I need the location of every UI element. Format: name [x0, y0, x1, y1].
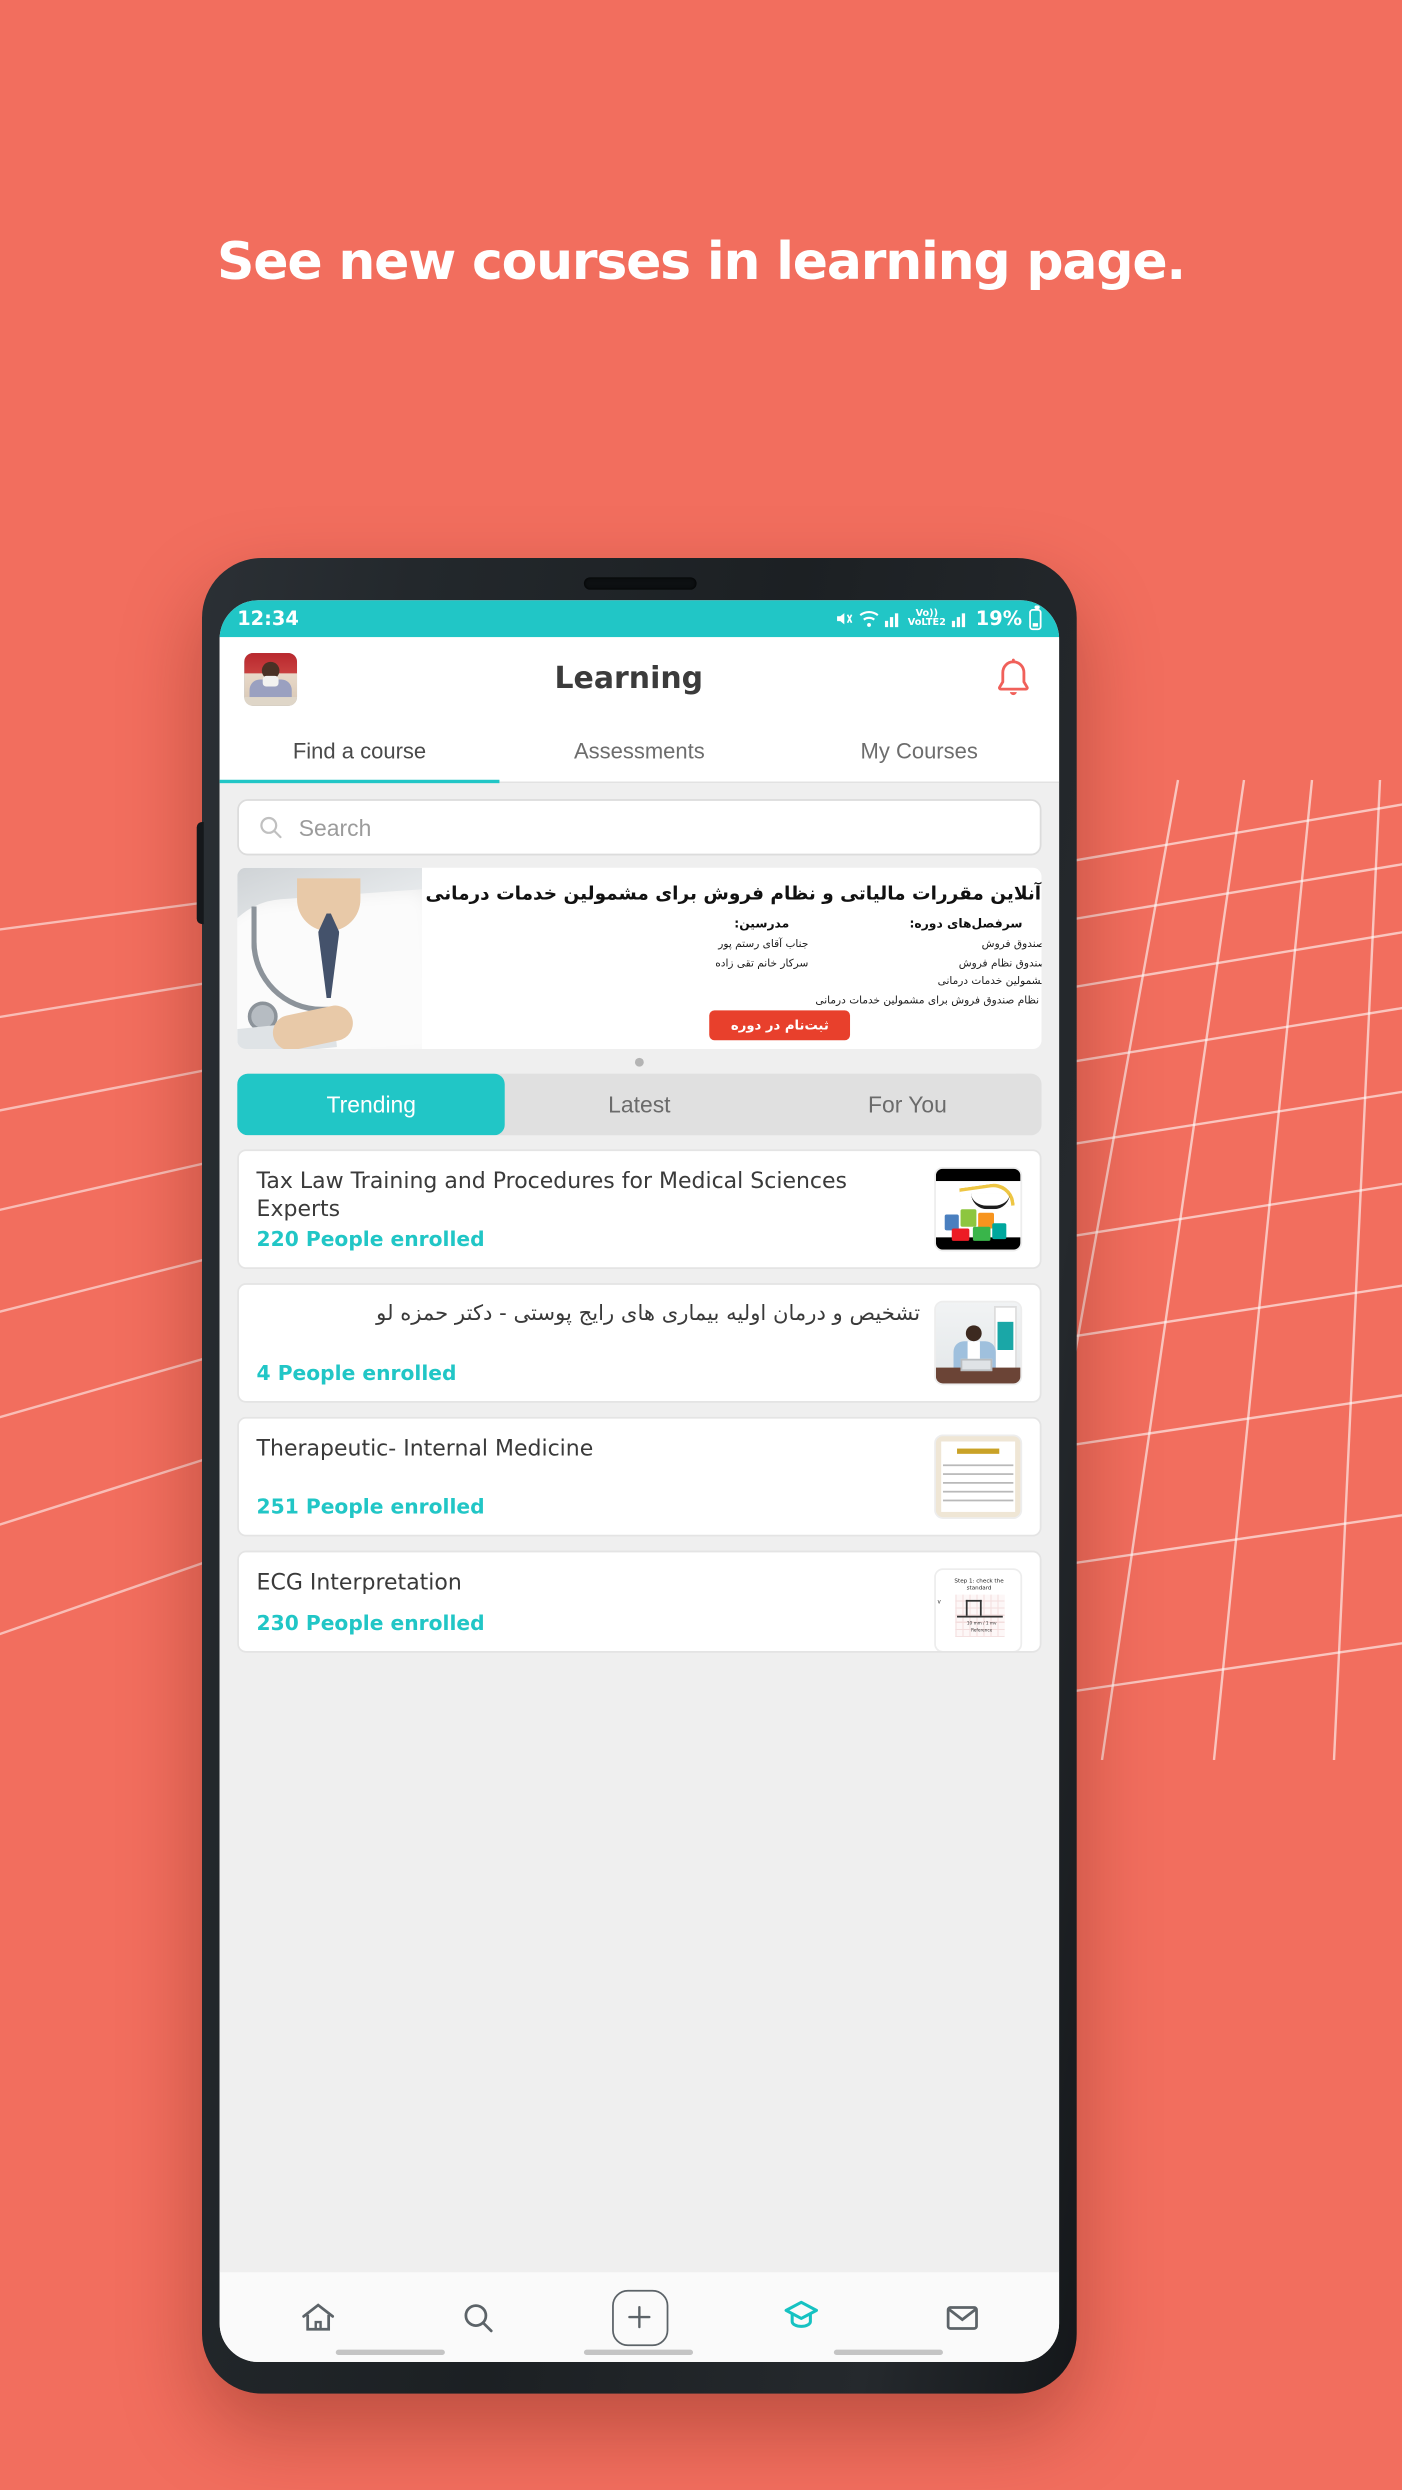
volte-icon: Vo)) VoLTE2 [907, 608, 946, 628]
bottom-navigation [219, 2270, 1060, 2362]
banner-instructors: مدرسین: جناب آقای رستم پور سرکار خانم تق… [715, 917, 808, 1010]
carousel-pager[interactable] [220, 1049, 1060, 1074]
course-thumbnail [934, 1166, 1023, 1252]
banner-topic-item: معرفی نظام صندوق فروش [815, 937, 1042, 955]
page-title: Learning [554, 661, 704, 698]
bell-icon[interactable] [992, 657, 1034, 703]
course-enrolled-count: 251 People enrolled [256, 1494, 485, 1519]
course-card[interactable]: Tax Law Training and Procedures for Medi… [237, 1149, 1042, 1270]
plus-icon[interactable] [611, 2288, 668, 2346]
status-time: 12:34 [237, 607, 299, 631]
tab-find-a-course[interactable]: Find a course [219, 722, 500, 784]
banner-text: آموزش آنلاین مقررات مالیاتی و نظام فروش … [422, 868, 1042, 1049]
mail-icon[interactable] [935, 2291, 988, 2344]
course-thumbnail: Step 1: check the standard v 10 mm / 1 m… [934, 1568, 1023, 1651]
segment-for-you[interactable]: For You [773, 1074, 1041, 1136]
phone-side-button [196, 822, 204, 925]
phone-mockup: 12:34 Vo)) VoLTE2 19% Learning Find a co… [196, 558, 1077, 2394]
course-thumbnail [934, 1434, 1023, 1519]
phone-speaker [583, 577, 696, 590]
search-input[interactable]: Search [237, 799, 1042, 856]
banner-instructors-heading: مدرسین: [734, 917, 790, 932]
banner-enroll-button[interactable]: ثبت‌نام در دوره [709, 1010, 850, 1041]
gesture-bars [220, 2349, 1060, 2355]
banner-topics-heading: سرفصل‌های دوره: [909, 917, 1023, 932]
volte-label: VoLTE2 [907, 616, 946, 628]
battery-percent: 19% [975, 607, 1023, 631]
wifi-icon [858, 609, 879, 628]
course-title: Tax Law Training and Procedures for Medi… [256, 1166, 848, 1221]
avatar[interactable] [244, 653, 298, 706]
banner-doctor-image [237, 867, 422, 1050]
banner-topic-item: نحوه ثبت‌نام مشمولین خدمات درمانی [815, 974, 1042, 992]
banner-topics: سرفصل‌های دوره: معرفی نظام صندوق فروش اج… [815, 917, 1041, 1010]
content-area: Search آموزش آنلاین مقررات مالیاتی و نظا… [219, 783, 1060, 2271]
course-card[interactable]: تشخیص و درمان اولیه بیماری های رایج پوست… [237, 1283, 1042, 1403]
course-enrolled-count: 220 People enrolled [256, 1226, 485, 1252]
course-enrolled-count: 230 People enrolled [256, 1610, 485, 1636]
course-title: تشخیص و درمان اولیه بیماری های رایج پوست… [376, 1300, 921, 1326]
tab-assessments[interactable]: Assessments [499, 722, 779, 782]
banner-columns: سرفصل‌های دوره: معرفی نظام صندوق فروش اج… [422, 917, 1041, 1010]
segment-trending[interactable]: Trending [237, 1073, 506, 1136]
home-icon[interactable] [291, 2291, 344, 2344]
phone-screen: 12:34 Vo)) VoLTE2 19% Learning Find a co… [219, 600, 1060, 2362]
signal-icon [884, 610, 903, 628]
banner-topic-item: اجزای شبکه صندوق نظام فروش [815, 955, 1042, 973]
course-card[interactable]: ECG Interpretation 230 People enrolled S… [237, 1550, 1042, 1653]
course-card[interactable]: Therapeutic- Internal Medicine 251 Peopl… [237, 1416, 1042, 1537]
battery-icon [1029, 605, 1042, 630]
promo-banner[interactable]: آموزش آنلاین مقررات مالیاتی و نظام فروش … [237, 867, 1042, 1050]
graduation-cap-icon[interactable] [775, 2291, 828, 2344]
course-title: Therapeutic- Internal Medicine [256, 1434, 594, 1461]
banner-title: آموزش آنلاین مقررات مالیاتی و نظام فروش … [425, 883, 1042, 905]
thumbnail-subcaption: 10 mm / 1 mv Reference [966, 1621, 997, 1633]
banner-instructor-item: سرکار خانم تقی زاده [715, 956, 809, 970]
search-container: Search [220, 783, 1060, 867]
top-tabs: Find a course Assessments My Courses [219, 721, 1060, 784]
mute-icon [834, 609, 853, 628]
app-bar: Learning [219, 637, 1060, 722]
search-icon[interactable] [451, 2291, 504, 2344]
course-thumbnail [934, 1300, 1023, 1386]
course-list: Tax Law Training and Procedures for Medi… [220, 1135, 1060, 1653]
segment-latest[interactable]: Latest [505, 1074, 773, 1136]
thumbnail-caption: Step 1: check the standard [954, 1577, 1004, 1592]
status-bar: 12:34 Vo)) VoLTE2 19% [219, 600, 1060, 638]
segmented-control: Trending Latest For You [237, 1073, 1042, 1136]
status-icons: Vo)) VoLTE2 19% [834, 605, 1042, 631]
search-icon [258, 815, 283, 840]
signal-icon-2 [951, 610, 969, 628]
gesture-bar [834, 2349, 944, 2355]
banner-topic-item: قوانین اجرایی نظام صندوق فروش برای مشمول… [815, 992, 1041, 1010]
gesture-bar [335, 2349, 445, 2355]
tab-my-courses[interactable]: My Courses [779, 722, 1059, 782]
course-title: ECG Interpretation [256, 1568, 462, 1595]
carousel-dot[interactable] [634, 1057, 644, 1067]
search-placeholder: Search [298, 814, 372, 841]
gesture-bar [584, 2349, 694, 2355]
course-enrolled-count: 4 People enrolled [256, 1360, 457, 1386]
banner-instructor-item: جناب آقای رستم پور [718, 938, 809, 951]
promo-headline: See new courses in learning page. [217, 232, 1186, 292]
